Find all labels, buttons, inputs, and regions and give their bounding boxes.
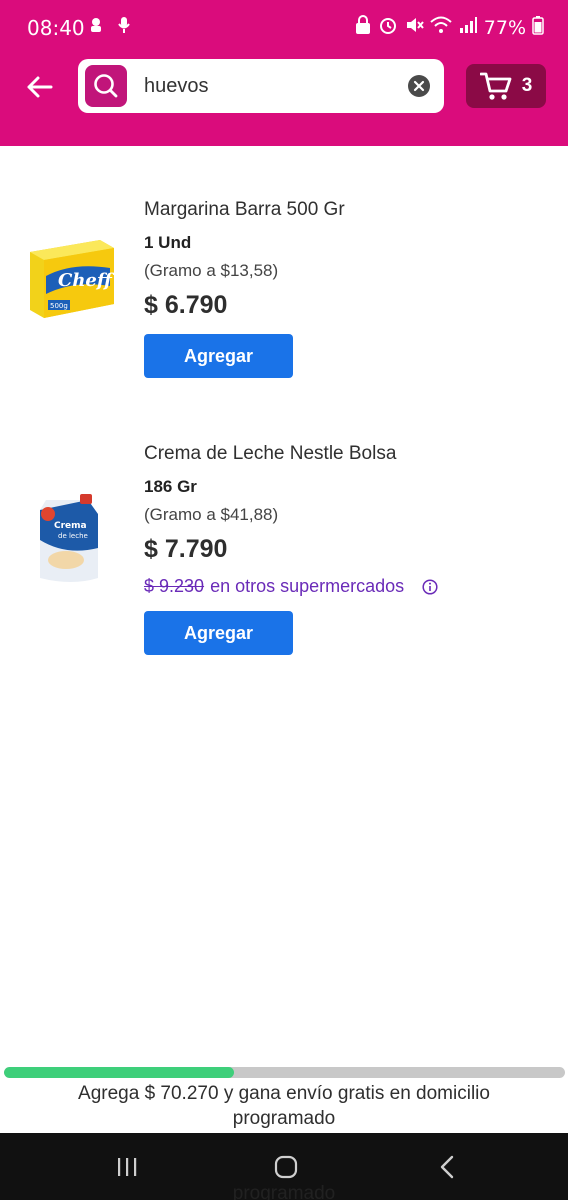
product-info: Crema de Leche Nestle Bolsa 186 Gr (Gram… <box>144 443 438 655</box>
mute-icon <box>404 15 424 40</box>
overflow-text: programado <box>232 1183 336 1200</box>
add-to-cart-button[interactable]: Agregar <box>144 611 293 655</box>
search-input[interactable] <box>144 71 394 101</box>
product-name[interactable]: Crema de Leche Nestle Bolsa <box>144 443 438 465</box>
svg-text:Cheff: Cheff <box>58 270 115 291</box>
cream-pouch-image: Crema de leche <box>22 492 118 588</box>
compare-text: en otros supermercados <box>210 576 405 596</box>
back-button[interactable] <box>22 70 56 104</box>
svg-text:500g: 500g <box>50 302 68 310</box>
status-bar: 08:40 77% <box>0 0 568 54</box>
status-notification-icons <box>86 15 132 40</box>
recent-apps-icon <box>118 1158 137 1176</box>
signal-icon <box>458 15 478 40</box>
microphone-icon <box>116 15 132 40</box>
free-shipping-progress-fill <box>4 1067 234 1078</box>
battery-icon <box>532 15 544 40</box>
clear-search-button[interactable] <box>408 75 430 97</box>
shopping-cart-icon <box>479 72 512 100</box>
product-price: $ 7.790 <box>144 535 228 563</box>
add-to-cart-button[interactable]: Agregar <box>144 334 293 378</box>
close-icon <box>413 80 425 92</box>
search-icon <box>85 65 127 107</box>
product-info: Margarina Barra 500 Gr 1 Und (Gramo a $1… <box>144 199 345 378</box>
status-system-icons: 77% <box>354 15 544 40</box>
price-comparison: $ 9.230 en otros supermercados <box>144 576 438 597</box>
chevron-left-icon <box>440 1155 454 1179</box>
product-unit-price: (Gramo a $41,88) <box>144 505 279 524</box>
svg-text:Crema: Crema <box>54 521 87 531</box>
margarine-box-image: Cheff 500g <box>22 234 118 330</box>
home-icon <box>274 1155 298 1179</box>
alarm-icon <box>378 15 398 40</box>
notification-icon <box>86 15 106 40</box>
product-name[interactable]: Margarina Barra 500 Gr <box>144 199 345 221</box>
search-box[interactable] <box>78 59 444 113</box>
home-button[interactable] <box>270 1152 302 1182</box>
recent-apps-button[interactable] <box>112 1152 142 1182</box>
free-shipping-message: Agrega $ 70.270 y gana envío gratis en d… <box>78 1083 490 1129</box>
lock-icon <box>354 15 372 40</box>
cart-count-badge: 3 <box>521 75 533 96</box>
app-header: 08:40 77% huevos 3 <box>0 0 568 146</box>
battery-level: 77% <box>483 16 526 39</box>
compare-old-price: $ 9.230 <box>144 576 205 596</box>
status-time: 08:40 <box>27 16 85 40</box>
info-icon[interactable] <box>422 578 438 595</box>
back-nav-button[interactable] <box>432 1152 462 1182</box>
system-nav-bar: programado <box>0 1133 568 1200</box>
product-unit: 186 Gr <box>144 477 197 496</box>
cart-button[interactable]: 3 <box>466 64 546 108</box>
svg-text:de leche: de leche <box>58 532 88 540</box>
product-price: $ 6.790 <box>144 291 228 319</box>
free-shipping-progress <box>4 1067 565 1078</box>
arrow-left-icon <box>27 76 53 98</box>
wifi-icon <box>430 15 452 40</box>
product-unit: 1 Und <box>144 233 192 252</box>
product-unit-price: (Gramo a $13,58) <box>144 261 279 280</box>
